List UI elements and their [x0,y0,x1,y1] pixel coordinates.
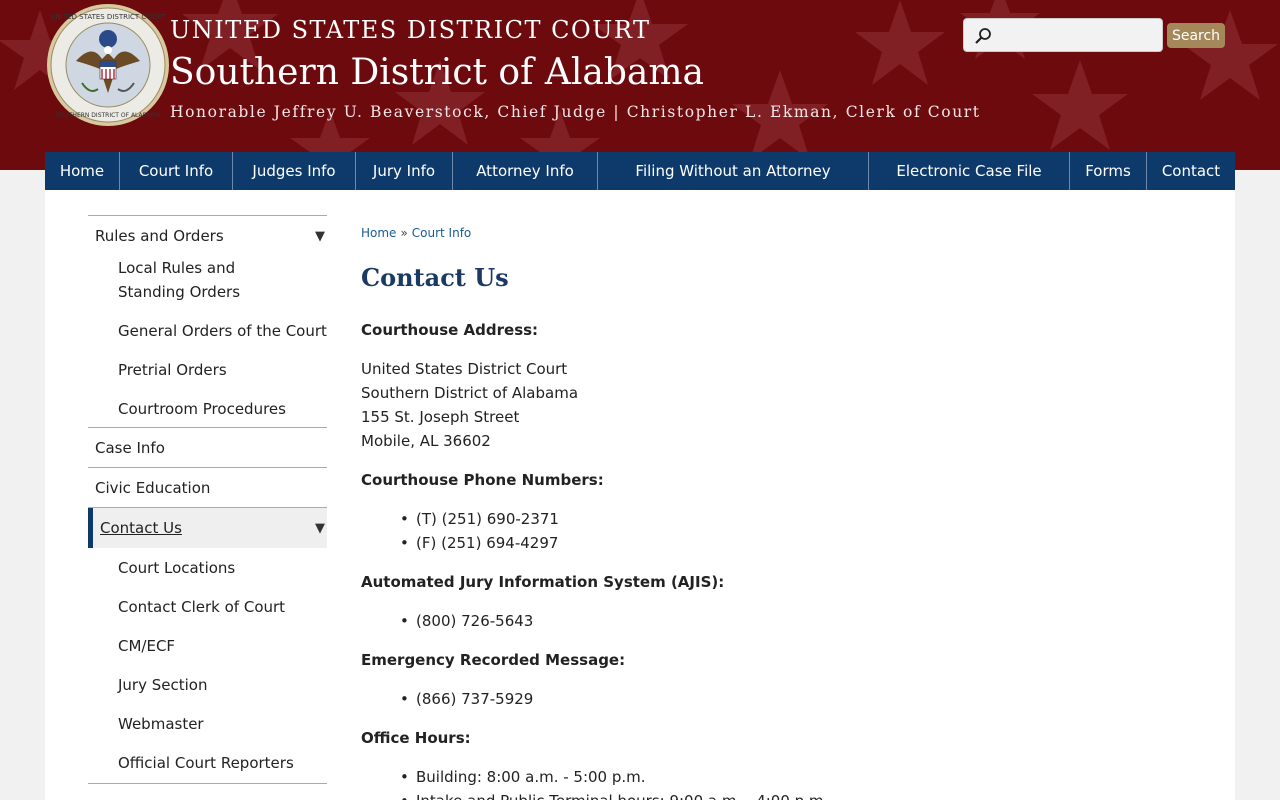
address-line: United States District Court [361,360,568,378]
svg-text:UNITED STATES DISTRICT COURT: UNITED STATES DISTRICT COURT [50,13,166,21]
nav-forms[interactable]: Forms [1070,152,1147,190]
nav-attorney-info[interactable]: Attorney Info [453,152,598,190]
sidebar-item-case-info[interactable]: Case Info [88,428,327,468]
emergency-heading: Emergency Recorded Message: [361,651,626,669]
sidebar-item-general-orders[interactable]: General Orders of the Court [88,319,327,343]
sidebar-item-court-locations[interactable]: Court Locations [88,556,327,580]
nav-court-info[interactable]: Court Info [120,152,233,190]
sidebar-item-contact-clerk[interactable]: Contact Clerk of Court [88,595,327,619]
hours-heading: Office Hours: [361,729,471,747]
main-nav: Home Court Info Judges Info Jury Info At… [45,152,1235,190]
svg-text:SOUTHERN DISTRICT OF ALABAMA: SOUTHERN DISTRICT OF ALABAMA [56,112,161,119]
breadcrumb: Home » Court Info [361,226,471,240]
hours-item: Building: 8:00 a.m. - 5:00 p.m. [400,765,646,789]
nav-electronic-case-file[interactable]: Electronic Case File [869,152,1070,190]
ajis-item: (800) 726-5643 [400,609,533,633]
sidebar-item-webmaster[interactable]: Webmaster [88,712,327,736]
nav-filing-without-attorney[interactable]: Filing Without an Attorney [598,152,869,190]
hours-item: Intake and Public Terminal hours: 9:00 a… [400,789,828,800]
sidebar-item-pretrial-orders[interactable]: Pretrial Orders [88,358,327,382]
phone-heading: Courthouse Phone Numbers: [361,471,604,489]
address-line: 155 St. Joseph Street [361,408,520,426]
breadcrumb-home[interactable]: Home [361,226,396,240]
sidebar-item-civic-education[interactable]: Civic Education [88,468,327,508]
officials-line: Honorable Jeffrey U. Beaverstock, Chief … [170,103,981,121]
breadcrumb-separator: » [400,226,408,240]
search-field[interactable] [963,18,1163,52]
address-line: Southern District of Alabama [361,384,579,402]
caret-down-icon[interactable]: ▼ [315,521,325,536]
address-line: Mobile, AL 36602 [361,432,491,450]
breadcrumb-court-info[interactable]: Court Info [412,226,472,240]
nav-contact[interactable]: Contact [1147,152,1235,190]
phone-item: (F) (251) 694-4297 [400,531,558,555]
court-seal-logo[interactable]: UNITED STATES DISTRICT COURT SOUTHERN DI… [46,3,170,127]
sidebar-menu: Rules and Orders ▼ Local Rules and Stand… [88,215,327,784]
search-button[interactable]: Search [1167,23,1225,48]
sidebar-item-label: Rules and Orders [95,227,224,245]
caret-down-icon[interactable]: ▼ [315,229,325,244]
sidebar-item-label: Civic Education [95,478,211,497]
court-label: UNITED STATES DISTRICT COURT [170,16,651,44]
site-header: UNITED STATES DISTRICT COURT SOUTHERN DI… [0,0,1280,170]
page-title: Contact Us [361,263,509,292]
sidebar-item-contact-us[interactable]: Contact Us ▼ [88,508,327,548]
sidebar-item-local-rules[interactable]: Local Rules and Standing Orders [88,256,298,304]
sidebar-item-cm-ecf[interactable]: CM/ECF [88,634,327,658]
search-icon [975,28,991,44]
court-name[interactable]: Southern District of Alabama [170,52,704,93]
sidebar-item-courtroom-procedures[interactable]: Courtroom Procedures [88,397,327,421]
nav-jury-info[interactable]: Jury Info [356,152,453,190]
nav-home[interactable]: Home [45,152,120,190]
sidebar-item-jury-section[interactable]: Jury Section [88,673,327,697]
sidebar-item-court-reporters[interactable]: Official Court Reporters [88,751,327,775]
nav-judges-info[interactable]: Judges Info [233,152,356,190]
search-input[interactable] [994,25,1154,47]
phone-item: (T) (251) 690-2371 [400,507,559,531]
ajis-heading: Automated Jury Information System (AJIS)… [361,573,725,591]
emergency-item: (866) 737-5929 [400,687,533,711]
sidebar-item-label: Case Info [95,438,165,457]
sidebar-item-rules-and-orders[interactable]: Rules and Orders ▼ [88,216,327,256]
address-heading: Courthouse Address: [361,321,539,339]
sidebar-item-label: Contact Us [100,519,182,537]
